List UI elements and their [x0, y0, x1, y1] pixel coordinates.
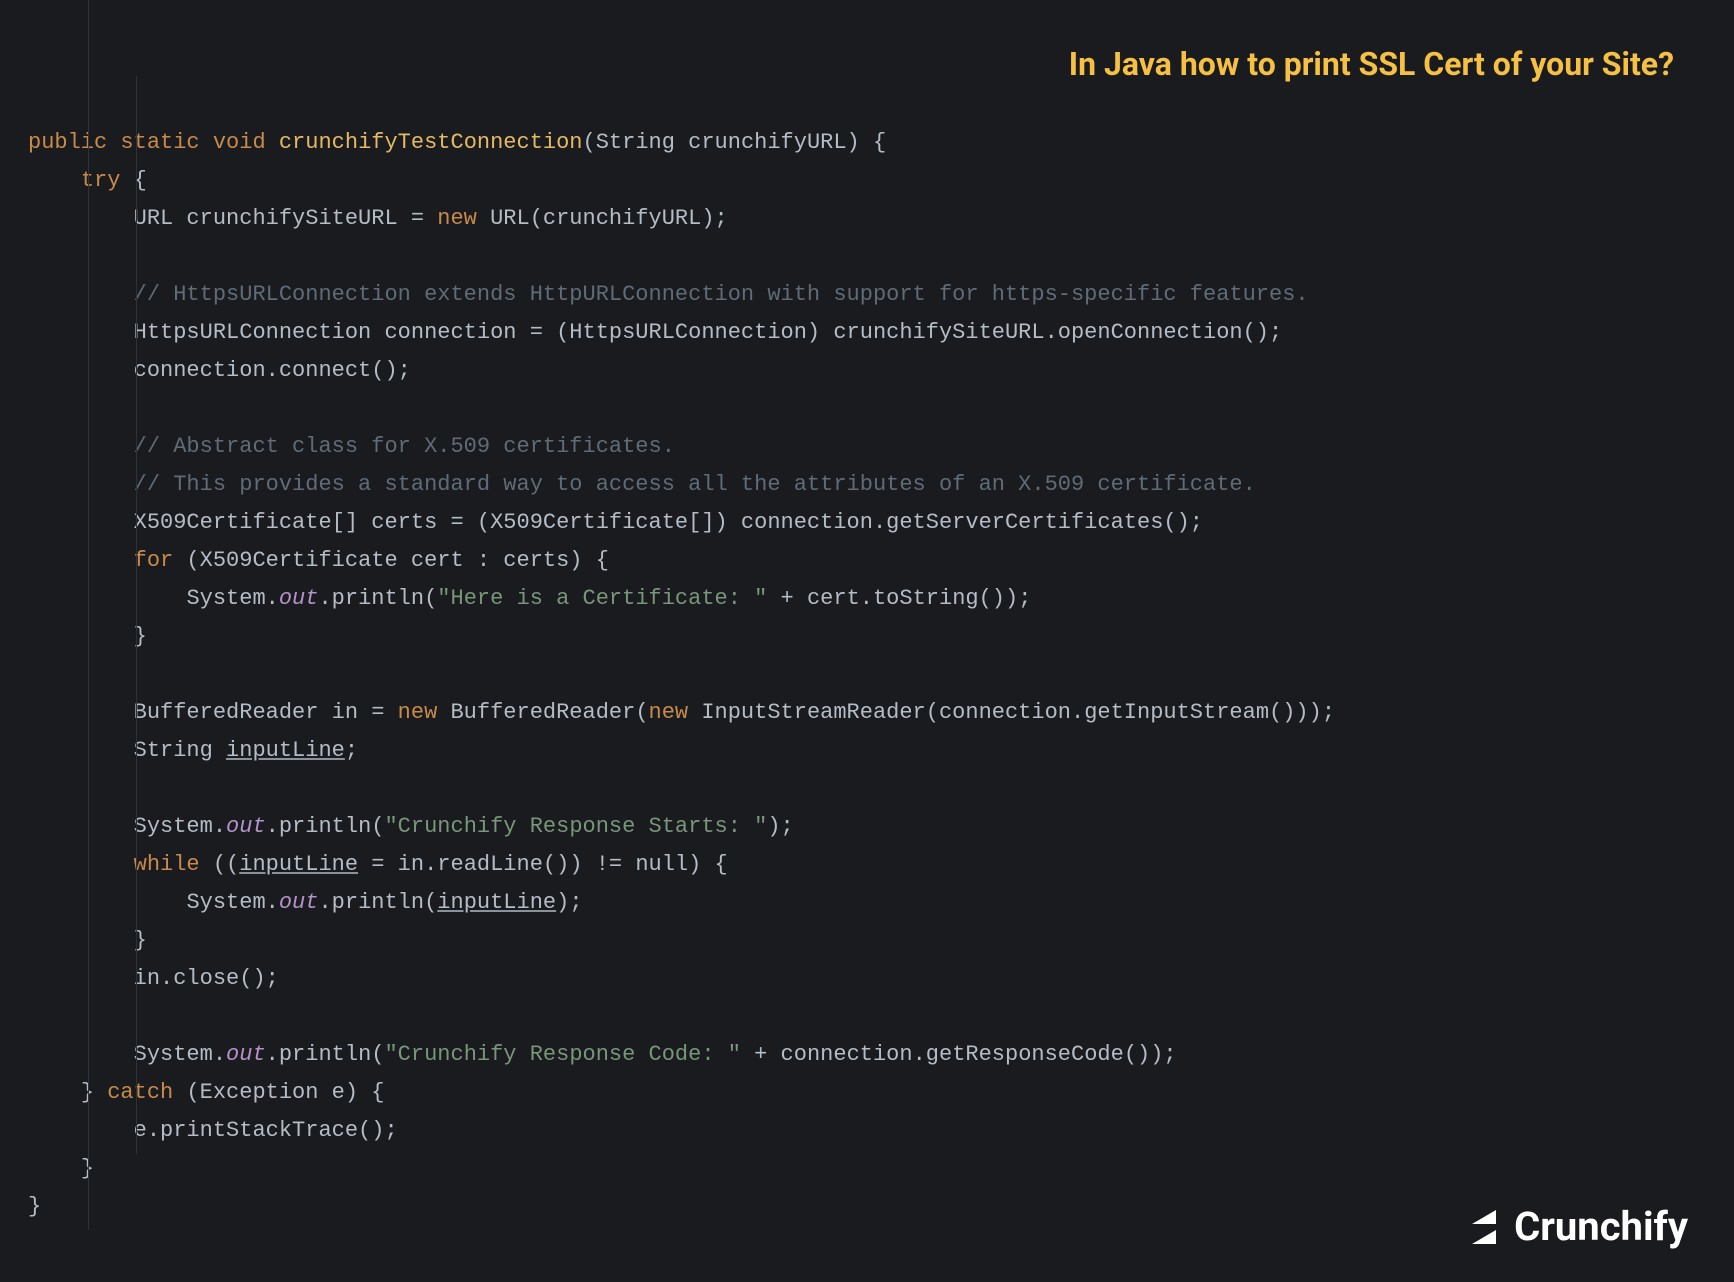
code-text: InputStreamReader(connection.getInputStr… — [688, 700, 1335, 725]
code-text: HttpsURLConnection connection = (HttpsUR… — [134, 320, 1283, 345]
code-text: URL crunchifySiteURL = — [134, 206, 438, 231]
code-text: X509Certificate[] certs = (X509Certifica… — [134, 510, 1203, 535]
field-out: out — [226, 814, 266, 839]
keyword-while: while — [134, 852, 200, 877]
field-out: out — [226, 1042, 266, 1067]
keyword-catch: catch — [107, 1080, 173, 1105]
var-inputline: inputLine — [239, 852, 358, 877]
code-text: System. — [134, 1042, 226, 1067]
field-out: out — [279, 890, 319, 915]
page-title: In Java how to print SSL Cert of your Si… — [1069, 45, 1674, 83]
code-text: + connection.getResponseCode()); — [741, 1042, 1177, 1067]
code-text: System. — [186, 586, 278, 611]
code-text: URL(crunchifyURL); — [477, 206, 728, 231]
keyword-new: new — [437, 206, 477, 231]
comment: // This provides a standard way to acces… — [134, 472, 1256, 497]
keyword-static: static — [120, 130, 199, 155]
string-literal: "Crunchify Response Starts: " — [384, 814, 767, 839]
code-text: BufferedReader( — [437, 700, 648, 725]
string-literal: "Crunchify Response Code: " — [384, 1042, 740, 1067]
field-out: out — [279, 586, 319, 611]
method-name: crunchifyTestConnection — [279, 130, 583, 155]
keyword-new: new — [649, 700, 689, 725]
string-literal: "Here is a Certificate: " — [437, 586, 767, 611]
keyword-try: try — [81, 168, 121, 193]
code-text: .println( — [266, 814, 385, 839]
code-text: (( — [200, 852, 240, 877]
code-text: BufferedReader in = — [134, 700, 398, 725]
var-inputline: inputLine — [437, 890, 556, 915]
code-text: .println( — [318, 586, 437, 611]
code-text: String — [134, 738, 226, 763]
code-text: ; — [345, 738, 358, 763]
code-text: (String crunchifyURL) { — [583, 130, 887, 155]
code-text: e.printStackTrace(); — [134, 1118, 398, 1143]
code-text: (X509Certificate cert : certs) { — [173, 548, 609, 573]
keyword-for: for — [134, 548, 174, 573]
code-text: = in.readLine()) != null) { — [358, 852, 728, 877]
code-text: } — [28, 1194, 41, 1219]
code-text: { — [120, 168, 146, 193]
code-block: public static void crunchifyTestConnecti… — [0, 0, 1734, 1226]
keyword-new: new — [398, 700, 438, 725]
comment: // HttpsURLConnection extends HttpURLCon… — [134, 282, 1309, 307]
var-inputline: inputLine — [226, 738, 345, 763]
keyword-public: public — [28, 130, 107, 155]
code-text: ); — [556, 890, 582, 915]
code-text: + cert.toString()); — [767, 586, 1031, 611]
code-text: System. — [186, 890, 278, 915]
code-text: } — [81, 1080, 107, 1105]
code-text: .println( — [266, 1042, 385, 1067]
code-text: .println( — [318, 890, 437, 915]
code-text: System. — [134, 814, 226, 839]
crunchify-icon — [1460, 1204, 1506, 1250]
comment: // Abstract class for X.509 certificates… — [134, 434, 675, 459]
brand-text: Crunchify — [1514, 1203, 1688, 1250]
code-text: ); — [767, 814, 793, 839]
code-text: (Exception e) { — [173, 1080, 384, 1105]
keyword-void: void — [213, 130, 266, 155]
code-text: connection.connect(); — [134, 358, 411, 383]
code-text: in.close(); — [134, 966, 279, 991]
brand-logo: Crunchify — [1460, 1203, 1688, 1250]
